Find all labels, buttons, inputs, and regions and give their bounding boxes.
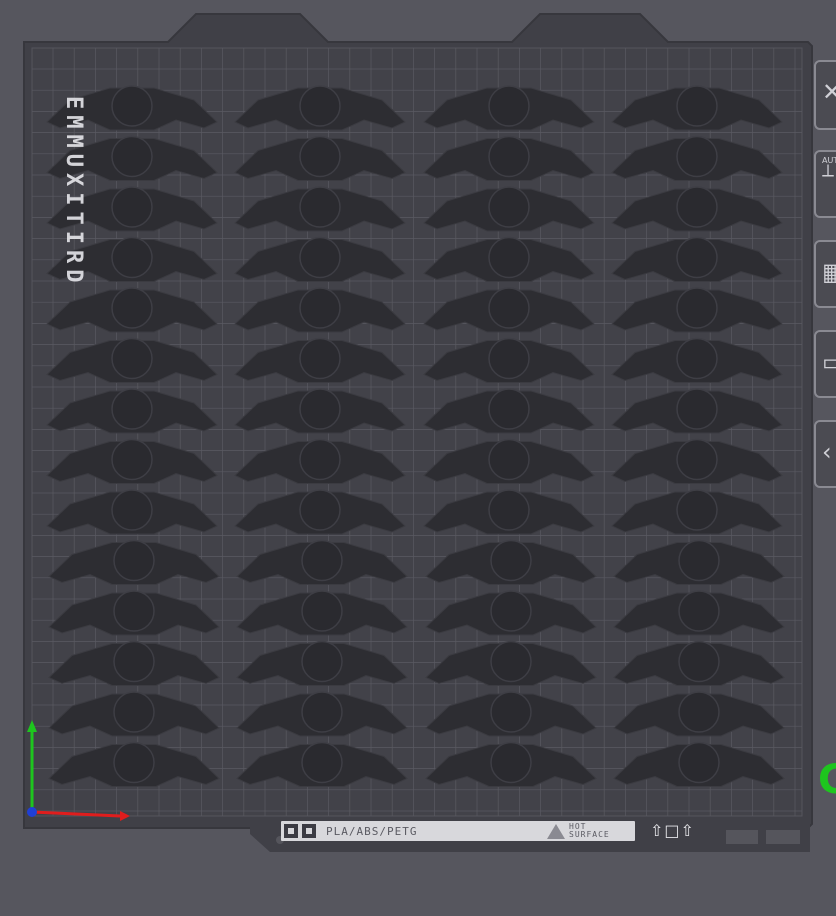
object-hub <box>488 135 530 178</box>
object-hub <box>490 539 532 582</box>
object-hub <box>676 135 718 178</box>
warning-triangle-icon <box>547 823 565 839</box>
arrange-icon: ▦ <box>822 258 836 286</box>
object-hub <box>676 438 718 481</box>
material-text: PLA/ABS/PETG <box>326 824 418 838</box>
object-hub <box>111 388 153 430</box>
object-hub <box>488 337 530 380</box>
object-hub <box>676 287 718 329</box>
plate-button[interactable]: ▭ <box>814 330 836 398</box>
object-hub <box>113 640 155 683</box>
object-hub <box>488 186 530 228</box>
object-hub <box>676 388 718 430</box>
object-hub <box>488 236 530 279</box>
object-hub <box>111 135 153 178</box>
object-hub <box>488 489 530 531</box>
overlay-text: EMMUXITIRD <box>61 96 86 289</box>
object-hub <box>111 186 153 228</box>
object-hub <box>676 236 718 279</box>
object-hub <box>678 539 720 582</box>
hot-surface-text: HOT SURFACE <box>569 822 610 839</box>
object-hub <box>299 438 341 481</box>
object-hub <box>488 85 530 127</box>
build-plate[interactable] <box>0 0 836 916</box>
object-hub <box>678 691 720 733</box>
object-hub <box>299 186 341 228</box>
object-hub <box>676 489 718 531</box>
object-hub <box>678 640 720 683</box>
object-hub <box>113 590 155 632</box>
object-hub <box>299 236 341 279</box>
bed-logo-icon <box>284 824 298 838</box>
object-hub <box>301 539 343 582</box>
bed-material-label: PLA/ABS/PETG HOT SURFACE <box>281 821 635 841</box>
close-icon: ✕ <box>822 78 836 106</box>
object-hub <box>299 85 341 127</box>
bed-logo-icon <box>302 824 316 838</box>
auto-orient-icon: ⟂ <box>822 160 835 181</box>
toolbar-close-button[interactable]: ✕ <box>814 60 836 130</box>
object-hub <box>111 236 153 279</box>
object-hub <box>111 85 153 127</box>
object-hub <box>301 640 343 683</box>
object-hub <box>488 438 530 481</box>
object-hub <box>678 590 720 632</box>
object-hub <box>676 85 718 127</box>
object-hub <box>301 590 343 632</box>
arrange-button[interactable]: ▦ <box>814 240 836 308</box>
object-hub <box>113 691 155 733</box>
object-hub <box>490 590 532 632</box>
collapse-button[interactable]: ‹ <box>814 420 836 488</box>
object-hub <box>301 691 343 733</box>
hot-surface-warning: HOT SURFACE <box>547 823 625 839</box>
object-hub <box>113 741 155 784</box>
axis-indicator-glyph: G <box>818 757 836 803</box>
object-hub <box>111 438 153 481</box>
object-hub <box>299 135 341 178</box>
object-hub <box>301 741 343 784</box>
object-hub <box>299 388 341 430</box>
object-hub <box>488 388 530 430</box>
object-hub <box>299 287 341 329</box>
object-hub <box>490 640 532 683</box>
collapse-icon: ‹ <box>822 438 832 466</box>
bed-corner-mark <box>766 830 800 844</box>
object-hub <box>490 691 532 733</box>
bed-level-icons: ⇧□⇧ <box>650 821 695 840</box>
object-hub <box>111 489 153 531</box>
bed-corner-mark <box>726 830 758 844</box>
object-hub <box>113 539 155 582</box>
auto-orient-button[interactable]: AUT ⟂ <box>814 150 836 218</box>
object-hub <box>676 186 718 228</box>
object-hub <box>111 287 153 329</box>
object-hub <box>676 337 718 380</box>
object-hub <box>490 741 532 784</box>
origin-point <box>27 807 37 817</box>
object-hub <box>678 741 720 784</box>
3d-viewport[interactable]: PLA/ABS/PETG HOT SURFACE ⇧□⇧ EMMUXITIRD … <box>0 0 836 916</box>
object-hub <box>299 489 341 531</box>
object-hub <box>488 287 530 329</box>
plate-icon: ▭ <box>822 348 836 376</box>
object-hub <box>299 337 341 380</box>
object-hub <box>111 337 153 380</box>
